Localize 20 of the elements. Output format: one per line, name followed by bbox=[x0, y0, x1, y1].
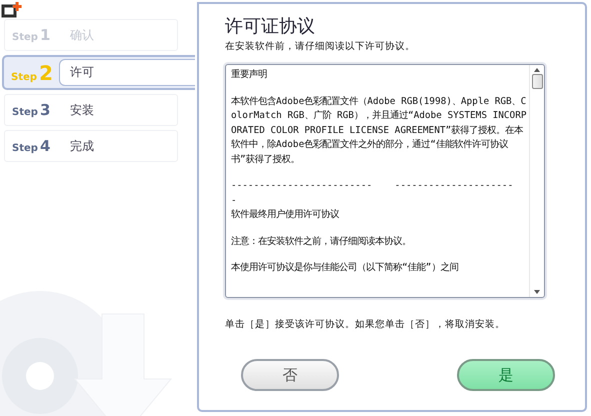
step-tab[interactable]: Step 3 安装 bbox=[4, 94, 178, 126]
scrollbar[interactable] bbox=[529, 65, 544, 297]
license-text-box[interactable] bbox=[225, 64, 545, 298]
scroll-down-icon[interactable] bbox=[534, 290, 540, 294]
license-paragraph: ------------------------- --------------------- - bbox=[231, 179, 514, 208]
step-tab[interactable]: Step 4 完成 bbox=[4, 130, 178, 162]
yes-button[interactable]: 是 bbox=[457, 359, 555, 391]
step-tab[interactable]: Step 2 许可 bbox=[2, 55, 195, 90]
instruction-text: 单击［是］接受该许可协议。如果您单击［否］，将取消安装。 bbox=[225, 318, 506, 331]
license-paragraph: 本使用许可协议是你与佳能公司（以下简称“佳能”）之间 bbox=[231, 261, 460, 275]
page-subtitle: 在安装软件前，请仔细阅读以下许可协议。 bbox=[225, 40, 416, 53]
license-paragraph: 本软件包含Adobe色彩配置文件（Adobe RGB(1998)、Apple RGB、ColorMatch RGB、广阶 RGB），并且通过“Adobe SYSTEMS INCORPORATED COLOR PROFILE LICENSE AGREEMENT”获得了授权。在本软件中，除Adobe色彩配置文件之外的部分，通过“佳能软件许可协议书”获得了授权。 bbox=[231, 94, 528, 166]
license-paragraph: 重要声明 bbox=[231, 68, 268, 82]
scrollbar-thumb[interactable] bbox=[532, 74, 542, 89]
scroll-up-icon[interactable] bbox=[534, 68, 540, 72]
license-paragraph: 软件最终用户使用许可协议 bbox=[231, 208, 340, 222]
add-icon bbox=[0, 0, 24, 20]
license-paragraph: 注意：在安装软件之前，请仔细阅读本协议。 bbox=[231, 234, 412, 248]
page-title: 许可证协议 bbox=[225, 16, 316, 38]
no-button[interactable]: 否 bbox=[241, 359, 339, 391]
